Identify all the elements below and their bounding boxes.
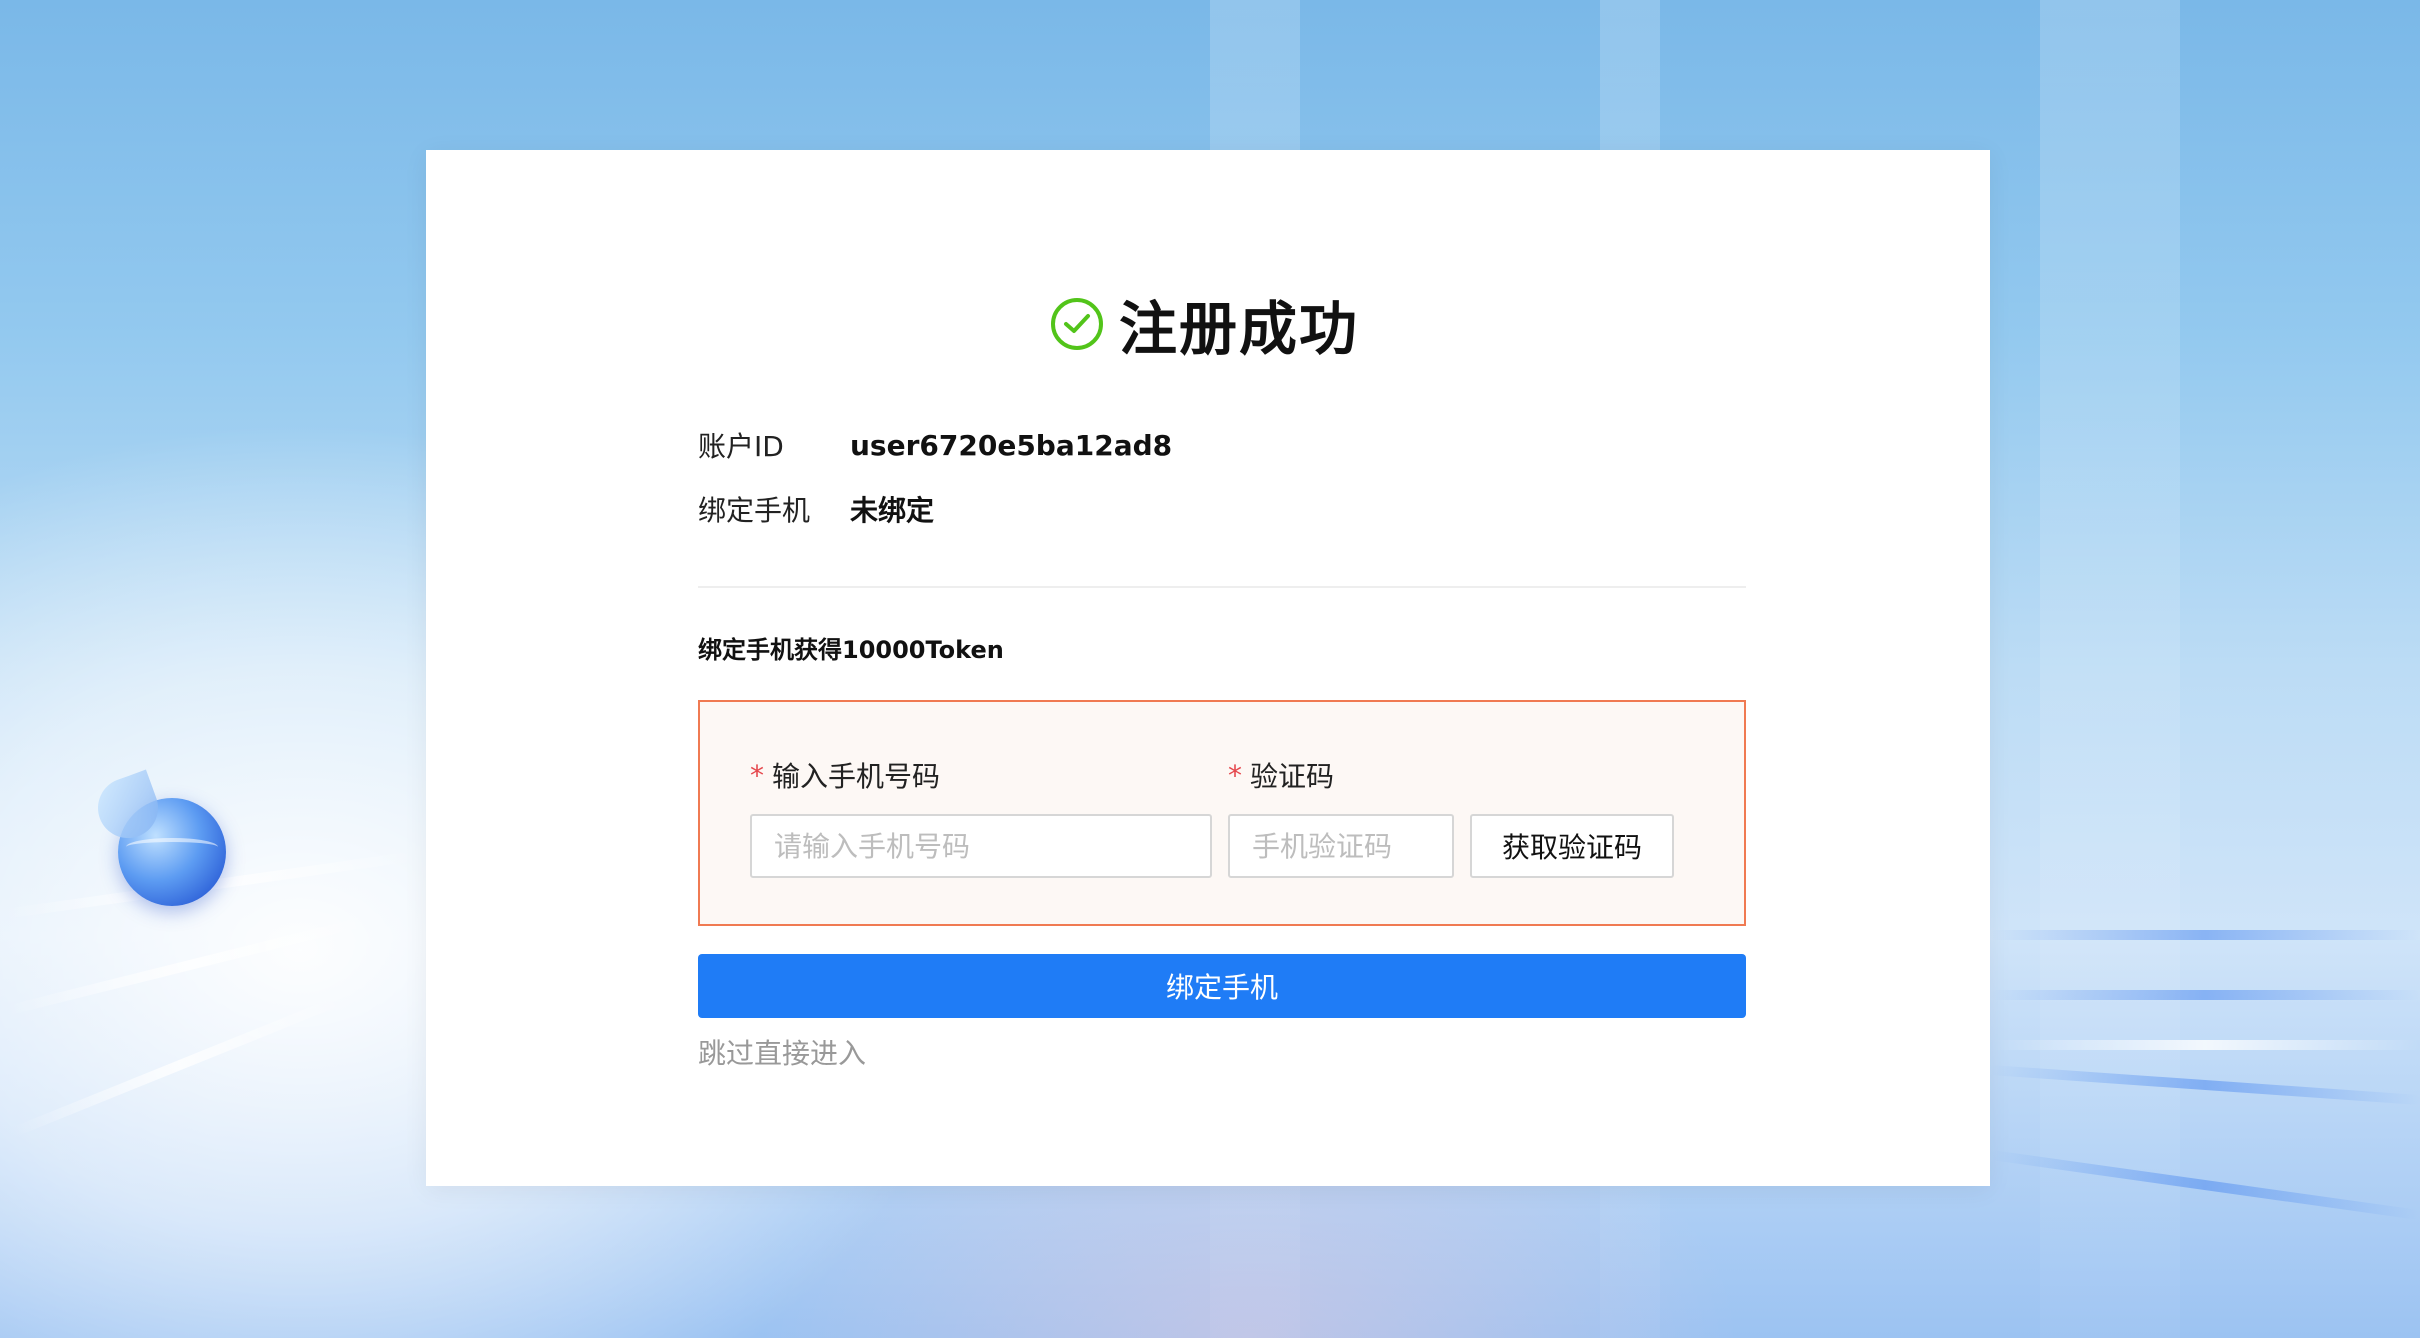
light-streak: [1990, 1040, 2420, 1050]
account-id-row: 账户ID user6720e5ba12ad8: [698, 421, 1172, 469]
phone-field-label: * 输入手机号码: [750, 755, 940, 795]
account-id-label: 账户ID: [698, 430, 784, 463]
divider: [698, 586, 1746, 588]
decorative-orb: [118, 798, 226, 906]
verification-code-input[interactable]: [1228, 814, 1454, 878]
required-mark: *: [750, 758, 764, 792]
bind-phone-button[interactable]: 绑定手机: [698, 954, 1746, 1018]
light-streak: [11, 992, 349, 1138]
phone-status-row: 绑定手机 未绑定: [698, 485, 934, 533]
light-streak: [1990, 990, 2420, 1000]
bind-phone-form: [698, 700, 1746, 926]
light-streak: [4, 914, 376, 1016]
phone-input[interactable]: [750, 814, 1212, 878]
required-mark: *: [1228, 758, 1242, 792]
phone-status-label: 绑定手机: [698, 494, 811, 527]
light-streak: [1990, 930, 2420, 940]
success-header: 注册成功: [0, 288, 2420, 363]
code-field-label-text: 验证码: [1250, 760, 1335, 793]
get-code-button[interactable]: 获取验证码: [1470, 814, 1674, 878]
account-id-value: user6720e5ba12ad8: [850, 428, 1173, 462]
code-field-label: * 验证码: [1228, 755, 1334, 795]
phone-status-value: 未绑定: [850, 494, 935, 527]
check-circle-icon: [1050, 298, 1103, 350]
background-pillar: [2040, 0, 2180, 1338]
promo-text: 绑定手机获得10000Token: [698, 636, 1004, 664]
page-title: 注册成功: [1118, 295, 1359, 363]
check-mark-glyph: [1063, 314, 1090, 333]
skip-link[interactable]: 跳过直接进入: [698, 1030, 866, 1074]
phone-field-label-text: 输入手机号码: [772, 760, 941, 793]
